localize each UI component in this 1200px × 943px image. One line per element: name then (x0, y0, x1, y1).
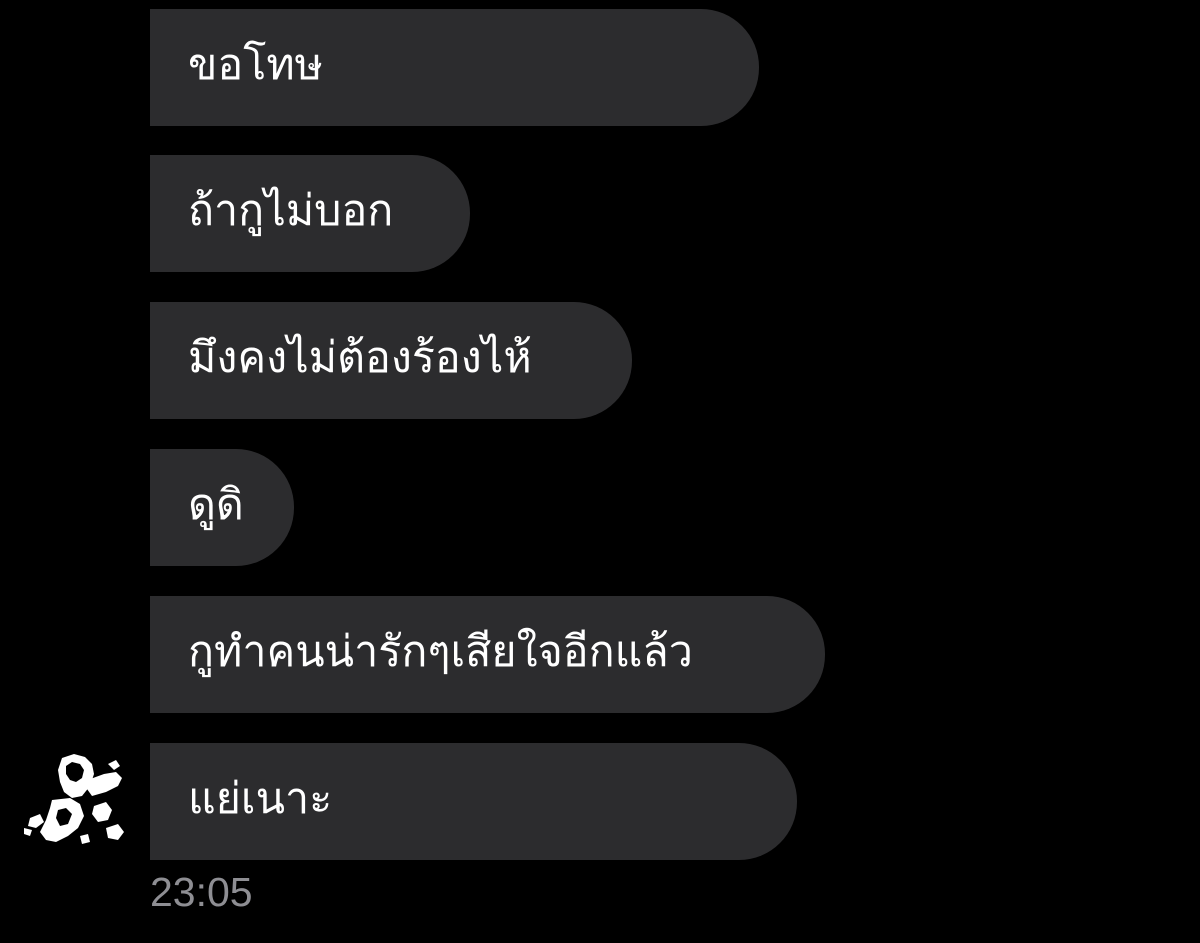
chat-thread: ขอโทษ ถ้ากูไม่บอก มึงคงไม่ต้องร้องไห้ ดู… (0, 0, 1200, 943)
message-text: ถ้ากูไม่บอก (188, 186, 394, 236)
message-timestamp: 23:05 (150, 869, 253, 915)
message-text: กูทำคนน่ารักๆเสียใจอีกแล้ว (188, 627, 693, 677)
avatar-photo-icon (24, 754, 124, 844)
message-text: มึงคงไม่ต้องร้องไห้ (188, 333, 532, 383)
message-text: ขอโทษ (188, 40, 324, 90)
message-bubble[interactable]: ถ้ากูไม่บอก (150, 155, 470, 272)
message-bubble[interactable]: มึงคงไม่ต้องร้องไห้ (150, 302, 632, 419)
message-text: แย่เนาะ (188, 774, 333, 824)
message-bubble[interactable]: ดูดิ (150, 449, 294, 566)
message-bubble[interactable]: กูทำคนน่ารักๆเสียใจอีกแล้ว (150, 596, 825, 713)
sender-avatar[interactable] (22, 752, 130, 848)
message-bubble[interactable]: แย่เนาะ (150, 743, 797, 860)
message-text: ดูดิ (188, 480, 244, 530)
message-bubble[interactable]: ขอโทษ (150, 9, 759, 126)
